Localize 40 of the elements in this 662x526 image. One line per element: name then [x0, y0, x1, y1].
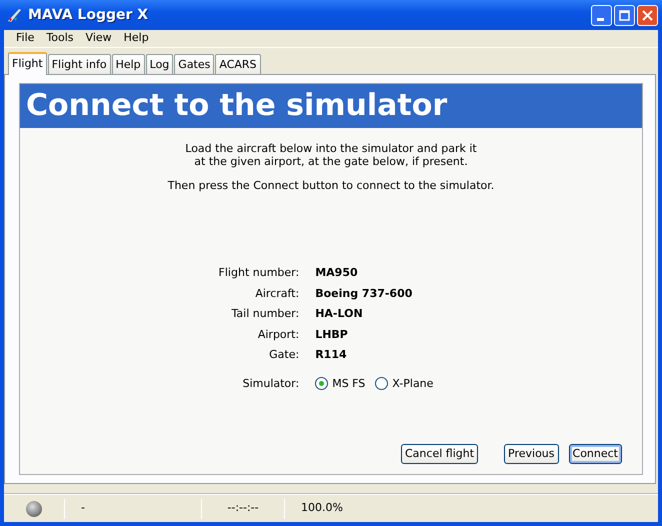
menu-item[interactable]: Help [118, 30, 155, 47]
maximize-button[interactable] [614, 4, 635, 26]
field-value: HA-LON [315, 307, 363, 320]
tab[interactable]: Flight info [48, 54, 111, 74]
field-label: Aircraft: [254, 286, 300, 302]
dialog-button[interactable]: Cancel flight [401, 444, 478, 464]
field-value: Boeing 737-600 [315, 286, 412, 300]
page-heading: Connect to the simulator [20, 84, 642, 128]
field-label: Simulator: [242, 376, 300, 392]
field-value: R114 [315, 348, 347, 361]
app-icon [6, 7, 22, 23]
status-time: --:--:-- [227, 501, 259, 514]
window-title: MAVA Logger X [28, 6, 150, 24]
menu-item[interactable]: File [10, 30, 40, 47]
maximize-icon [619, 10, 630, 20]
field-label: Tail number: [230, 306, 300, 322]
status-message: - [81, 501, 85, 514]
dialog-button[interactable]: Previous [504, 444, 559, 464]
instruction-text: Load the aircraft below into the simulator and park it at the given airport, at the gate below, if present. [184, 142, 478, 168]
radio-option[interactable]: X-Plane [375, 376, 434, 392]
minimize-button[interactable] [591, 4, 612, 26]
close-button[interactable] [637, 4, 658, 26]
tab[interactable]: Gates [174, 54, 214, 74]
tab[interactable]: Help [112, 54, 145, 74]
menu-item[interactable]: Tools [40, 30, 80, 47]
field-value: LHBP [315, 328, 348, 340]
field-label: Flight number: [218, 265, 300, 281]
close-icon [642, 10, 653, 20]
radio-option[interactable]: MS FS [315, 376, 366, 392]
tab[interactable]: Flight [8, 52, 47, 75]
status-rate: 100.0% [301, 501, 343, 514]
tab[interactable]: ACARS [215, 54, 261, 74]
instruction-text: Then press the Connect button to connect to the simulator. [166, 179, 496, 192]
field-label: Airport: [256, 326, 300, 342]
dialog-button[interactable]: Connect [568, 444, 622, 464]
menu-item[interactable]: View [80, 30, 118, 47]
minimize-icon [596, 18, 604, 20]
field-value: MA950 [315, 266, 358, 279]
field-label: Gate: [268, 347, 300, 363]
tab[interactable]: Log [146, 54, 174, 74]
